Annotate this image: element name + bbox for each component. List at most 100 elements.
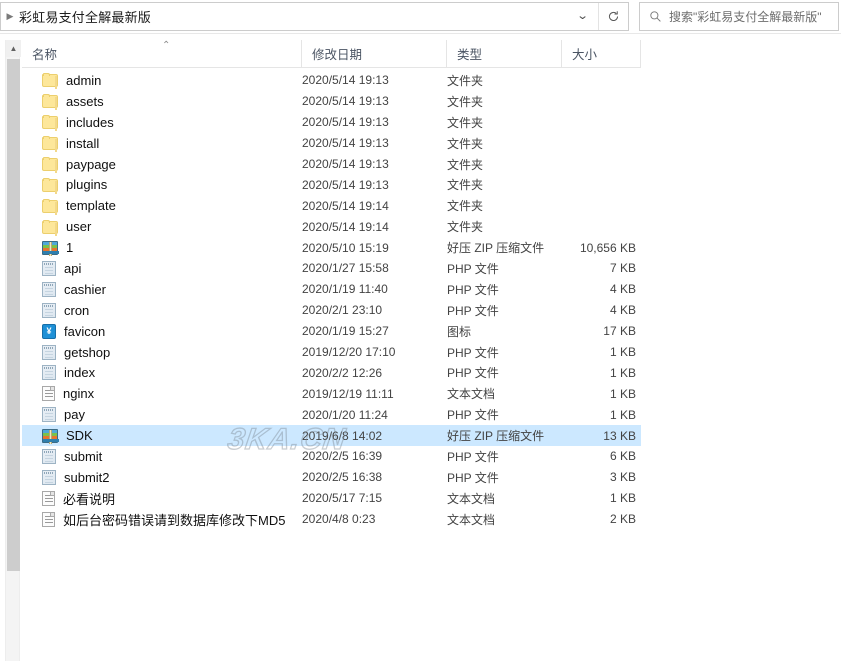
file-size-cell: 1 KB: [609, 345, 636, 360]
file-type-cell: PHP 文件: [447, 345, 499, 360]
column-header-date[interactable]: 修改日期: [302, 40, 447, 67]
file-name-cell[interactable]: index: [22, 362, 95, 383]
file-name-label: submit: [64, 448, 103, 464]
table-row[interactable]: submit2 2020/2/5 16:38 PHP 文件 3 KB: [22, 467, 641, 488]
table-row[interactable]: template 2020/5/14 19:14 文件夹: [22, 195, 641, 216]
table-row[interactable]: admin 2020/5/14 19:13 文件夹: [22, 70, 641, 91]
file-name-cell[interactable]: plugins: [22, 174, 107, 195]
table-row[interactable]: submit 2020/2/5 16:39 PHP 文件 6 KB: [22, 446, 641, 467]
search-input[interactable]: 搜索"彩虹易支付全解最新版": [669, 8, 822, 25]
column-header-size-label: 大小: [572, 48, 598, 62]
file-name-cell[interactable]: install: [22, 133, 99, 154]
file-type-cell: 文件夹: [447, 73, 484, 88]
column-header-type[interactable]: 类型: [447, 40, 562, 67]
address-history-dropdown-button[interactable]: ⌄: [568, 3, 598, 30]
breadcrumb[interactable]: 彩虹易支付全解最新版: [19, 7, 151, 26]
file-name-cell[interactable]: template: [22, 195, 116, 216]
file-type-cell: 文件夹: [447, 136, 484, 151]
file-name-cell[interactable]: assets: [22, 91, 104, 112]
file-name-cell[interactable]: getshop: [22, 342, 110, 363]
file-date-cell: 2020/1/27 15:58: [302, 261, 389, 276]
column-header-size[interactable]: 大小: [562, 40, 641, 67]
folder-icon: [42, 177, 58, 194]
explorer-toolbar: ▶ 彩虹易支付全解最新版 ⌄ 搜索"彩虹易支付全解最新版": [0, 0, 841, 33]
file-date-cell: 2019/12/20 17:10: [302, 345, 396, 360]
file-type-cell: 文本文档: [447, 512, 496, 527]
table-row[interactable]: cashier 2020/1/19 11:40 PHP 文件 4 KB: [22, 279, 641, 300]
file-name-cell[interactable]: paypage: [22, 154, 116, 175]
file-date-cell: 2020/5/17 7:15: [302, 491, 383, 506]
file-name-cell[interactable]: includes: [22, 112, 114, 133]
chevron-right-icon: ▶: [6, 11, 14, 21]
table-row[interactable]: index 2020/2/2 12:26 PHP 文件 1 KB: [22, 362, 641, 383]
column-header-name[interactable]: 名称 ⌃: [22, 40, 302, 67]
file-name-cell[interactable]: SDK: [22, 425, 93, 446]
file-name-cell[interactable]: cron: [22, 300, 89, 321]
toolbar-divider: [0, 33, 841, 34]
file-name-cell[interactable]: ¥ favicon: [22, 321, 105, 342]
column-header-name-label: 名称: [32, 48, 58, 62]
search-icon: [649, 10, 662, 23]
file-type-cell: PHP 文件: [447, 408, 499, 423]
table-row[interactable]: user 2020/5/14 19:14 文件夹: [22, 216, 641, 237]
table-row[interactable]: paypage 2020/5/14 19:13 文件夹: [22, 154, 641, 175]
file-name-cell[interactable]: admin: [22, 70, 101, 91]
vertical-scrollbar[interactable]: ▲: [5, 40, 21, 661]
file-name-cell[interactable]: cashier: [22, 279, 106, 300]
file-name-cell[interactable]: pay: [22, 404, 85, 425]
file-type-cell: 文件夹: [447, 115, 484, 130]
table-row[interactable]: SDK 2019/6/8 14:02 好压 ZIP 压缩文件 13 KB: [22, 425, 641, 447]
file-size-cell: 7 KB: [609, 261, 636, 276]
table-row[interactable]: includes 2020/5/14 19:13 文件夹: [22, 112, 641, 133]
file-name-label: cron: [64, 302, 90, 318]
table-row[interactable]: getshop 2019/12/20 17:10 PHP 文件 1 KB: [22, 342, 641, 363]
table-row[interactable]: cron 2020/2/1 23:10 PHP 文件 4 KB: [22, 300, 641, 321]
table-row[interactable]: ¥ favicon 2020/1/19 15:27 图标 17 KB: [22, 321, 641, 342]
search-box[interactable]: 搜索"彩虹易支付全解最新版": [639, 2, 839, 31]
refresh-icon: [608, 11, 619, 22]
file-name-cell[interactable]: api: [22, 258, 81, 279]
table-row[interactable]: api 2020/1/27 15:58 PHP 文件 7 KB: [22, 258, 641, 279]
php-file-icon: [42, 407, 56, 423]
file-name-cell[interactable]: 1: [22, 237, 73, 258]
table-row[interactable]: nginx 2019/12/19 11:11 文本文档 1 KB: [22, 383, 641, 404]
file-name-label: getshop: [64, 344, 111, 360]
file-size-cell: 3 KB: [609, 470, 636, 485]
folder-icon: [42, 94, 58, 111]
table-row[interactable]: 必看说明 2020/5/17 7:15 文本文档 1 KB: [22, 488, 641, 509]
file-name-label: 1: [66, 240, 74, 256]
file-name-cell[interactable]: user: [22, 216, 91, 237]
file-name-label: favicon: [64, 323, 106, 339]
file-name-cell[interactable]: 必看说明: [22, 488, 115, 509]
table-row[interactable]: install 2020/5/14 19:13 文件夹: [22, 133, 641, 154]
table-row[interactable]: assets 2020/5/14 19:13 文件夹: [22, 91, 641, 112]
file-type-cell: 图标: [447, 324, 472, 339]
address-bar[interactable]: ▶ 彩虹易支付全解最新版 ⌄: [0, 2, 629, 31]
file-name-label: submit2: [64, 469, 110, 485]
file-name-cell[interactable]: submit2: [22, 467, 110, 488]
file-name-cell[interactable]: nginx: [22, 383, 94, 404]
scrollbar-thumb[interactable]: [7, 59, 20, 571]
file-type-cell: PHP 文件: [447, 261, 499, 276]
file-date-cell: 2020/1/20 11:24: [302, 407, 388, 422]
file-name-label: assets: [66, 93, 104, 109]
table-row[interactable]: 1 2020/5/10 15:19 好压 ZIP 压缩文件 10,656 KB: [22, 237, 641, 258]
scroll-up-button[interactable]: ▲: [6, 40, 21, 57]
text-file-icon: [42, 490, 55, 506]
file-date-cell: 2020/2/2 12:26: [302, 365, 383, 380]
file-list[interactable]: admin 2020/5/14 19:13 文件夹 assets 2020/5/14 1…: [22, 70, 641, 530]
file-type-cell: PHP 文件: [447, 449, 499, 464]
file-name-label: index: [64, 365, 96, 381]
file-name-cell[interactable]: 如后台密码错误请到数据库修改下MD5: [22, 509, 285, 530]
table-row[interactable]: pay 2020/1/20 11:24 PHP 文件 1 KB: [22, 404, 641, 425]
file-type-cell: 文本文档: [447, 387, 496, 402]
refresh-button[interactable]: [598, 3, 628, 30]
file-type-cell: PHP 文件: [447, 282, 499, 297]
file-date-cell: 2020/2/1 23:10: [302, 303, 383, 318]
table-row[interactable]: plugins 2020/5/14 19:13 文件夹: [22, 174, 641, 195]
file-date-cell: 2020/1/19 15:27: [302, 324, 389, 339]
table-row[interactable]: 如后台密码错误请到数据库修改下MD5 2020/4/8 0:23 文本文档 2 KB: [22, 509, 641, 530]
file-type-cell: PHP 文件: [447, 366, 499, 381]
file-name-cell[interactable]: submit: [22, 446, 102, 467]
file-size-cell: 17 KB: [603, 324, 636, 339]
